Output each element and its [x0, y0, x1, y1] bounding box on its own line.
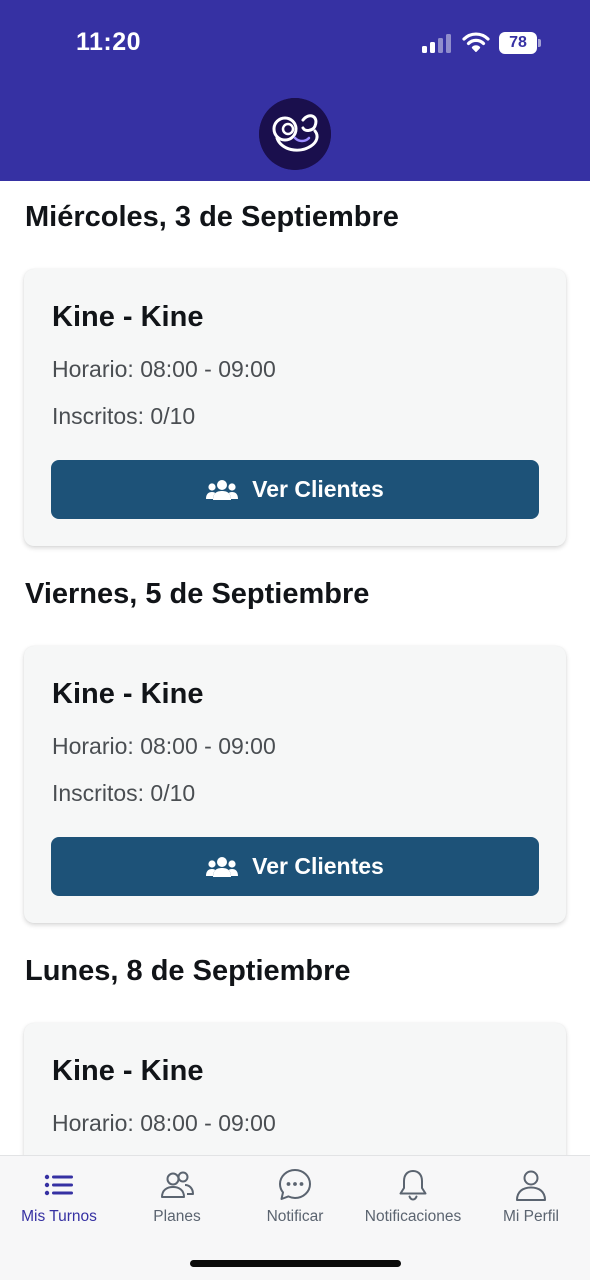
- cellular-signal-icon: [422, 33, 454, 53]
- chat-icon: [279, 1169, 311, 1200]
- list-icon: [44, 1174, 73, 1196]
- view-clients-label: Ver Clientes: [252, 476, 384, 502]
- wifi-icon: [462, 32, 490, 52]
- tab-label: Mi Perfil: [503, 1208, 559, 1225]
- users-icon: [161, 1171, 194, 1198]
- session-enrolled: Inscritos: 0/10: [52, 780, 196, 806]
- session-title: Kine - Kine: [52, 678, 204, 710]
- session-enrolled: Inscritos: 0/10: [52, 403, 196, 429]
- view-clients-label: Ver Clientes: [252, 853, 384, 879]
- session-title: Kine - Kine: [52, 1055, 204, 1087]
- app-screen: 11:20 78 Miércoles, 3 de Septiembre Kine…: [0, 0, 590, 1280]
- tab-label: Notificaciones: [364, 1208, 462, 1225]
- tab-label: Mis Turnos: [21, 1208, 97, 1225]
- session-title: Kine - Kine: [52, 301, 204, 333]
- users-icon: [206, 479, 239, 500]
- tab-mi-perfil[interactable]: Mi Perfil: [472, 1166, 590, 1226]
- session-card: Kine - Kine Horario: 08:00 - 09:00 Inscr…: [24, 646, 566, 923]
- session-card: Kine - Kine Horario: 08:00 - 09:00 Inscr…: [24, 269, 566, 546]
- tab-planes[interactable]: Planes: [118, 1166, 236, 1226]
- tab-notificaciones[interactable]: Notificaciones: [354, 1166, 472, 1226]
- home-indicator: [190, 1260, 401, 1267]
- view-clients-button[interactable]: Ver Clientes: [51, 460, 539, 519]
- schedule-list[interactable]: Miércoles, 3 de Septiembre Kine - Kine H…: [0, 181, 590, 1155]
- bell-icon: [399, 1170, 427, 1201]
- view-clients-button[interactable]: Ver Clientes: [51, 837, 539, 896]
- day-heading: Lunes, 8 de Septiembre: [25, 955, 351, 987]
- session-schedule: Horario: 08:00 - 09:00: [52, 356, 276, 382]
- day-heading: Viernes, 5 de Septiembre: [25, 578, 370, 610]
- session-schedule: Horario: 08:00 - 09:00: [52, 733, 276, 759]
- tab-label: Notificar: [266, 1208, 324, 1225]
- session-schedule: Horario: 08:00 - 09:00: [52, 1110, 276, 1136]
- app-header: 11:20 78: [0, 0, 590, 181]
- person-icon: [516, 1170, 546, 1201]
- app-logo: [259, 98, 331, 170]
- session-card: Kine - Kine Horario: 08:00 - 09:00: [24, 1023, 566, 1155]
- battery-level: 78: [499, 32, 537, 54]
- tab-notificar[interactable]: Notificar: [236, 1166, 354, 1226]
- status-time: 11:20: [76, 28, 142, 56]
- users-icon: [206, 856, 239, 877]
- tab-label: Planes: [153, 1208, 201, 1225]
- battery-icon: 78: [499, 32, 541, 54]
- day-heading: Miércoles, 3 de Septiembre: [25, 201, 399, 233]
- tab-mis-turnos[interactable]: Mis Turnos: [0, 1166, 118, 1226]
